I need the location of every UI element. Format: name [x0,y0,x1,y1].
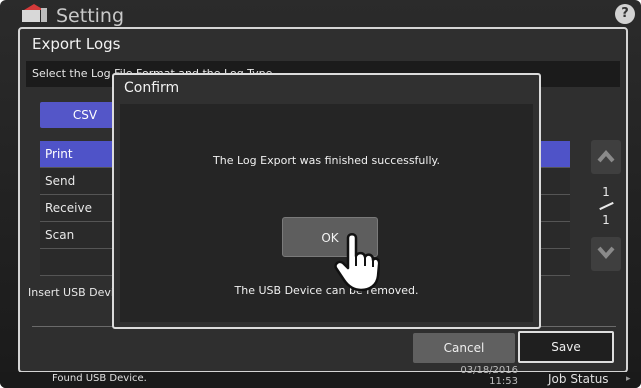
page-slash-icon [598,199,614,213]
dialog-title: Confirm [124,80,180,96]
page-indicator: 1 1 [591,185,621,227]
page-current: 1 [602,185,610,199]
scroll-up-button[interactable] [591,140,621,174]
dialog-body: The Log Export was finished successfully… [120,104,533,322]
date-time: 03/18/2016 11:53 [430,365,518,387]
chevron-down-icon [597,246,615,260]
page-total: 1 [602,213,610,227]
panel-title: Export Logs [32,35,121,53]
status-date: 03/18/2016 [460,365,518,376]
save-button[interactable]: Save [518,331,614,363]
status-message: Found USB Device. [52,373,147,384]
job-status-arrow-icon: ▸ [626,374,631,384]
confirm-dialog: Confirm The Log Export was finished succ… [112,73,541,329]
top-bar: Setting ? [0,0,641,28]
usb-remove-message: The USB Device can be removed. [234,284,419,297]
setting-logo-icon [22,4,47,22]
dialog-message: The Log Export was finished successfully… [213,154,440,167]
status-bar: Found USB Device. 03/18/2016 11:53 Job S… [0,365,641,388]
scroll-down-button[interactable] [591,237,621,271]
status-time: 11:53 [489,376,518,387]
job-status-button[interactable]: Job Status [548,372,609,386]
help-button[interactable]: ? [615,4,635,24]
pointing-hand-icon [334,233,380,292]
cancel-button[interactable]: Cancel [413,333,515,363]
touch-panel-screen: Setting ? Export Logs Select the Log Fil… [0,0,641,388]
chevron-up-icon [597,149,615,163]
app-title: Setting [56,5,125,27]
